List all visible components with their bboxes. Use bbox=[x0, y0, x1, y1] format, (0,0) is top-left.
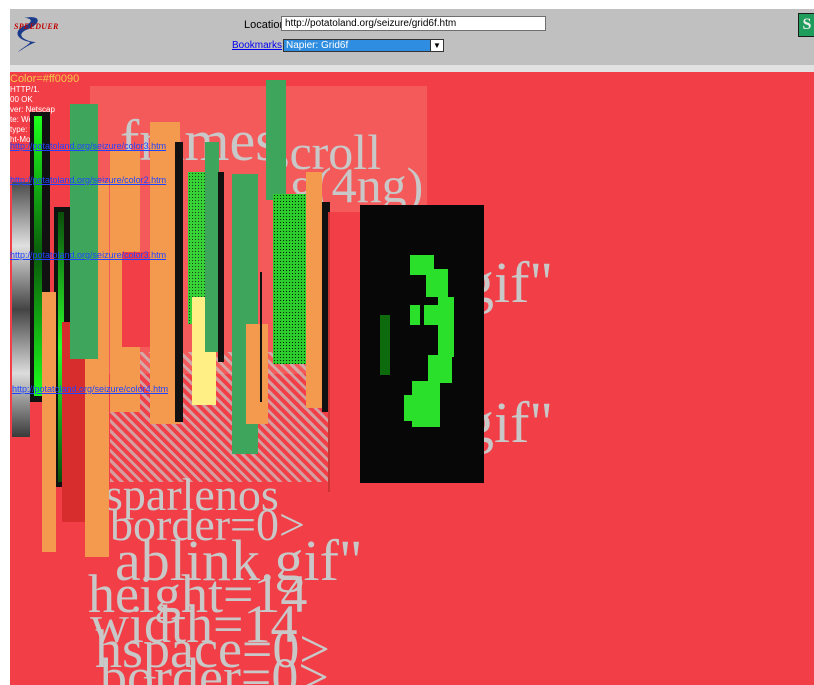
bookmarks-select[interactable]: Napier: Grid6f ▼ bbox=[283, 39, 444, 52]
grey-gradient-column bbox=[12, 182, 30, 437]
chevron-down-icon[interactable]: ▼ bbox=[430, 40, 443, 51]
black-bar bbox=[218, 172, 224, 362]
pixel-smiley-icon bbox=[380, 255, 454, 427]
green-bar bbox=[266, 80, 286, 200]
header-line: 00 OK bbox=[10, 95, 33, 104]
dotted-panel bbox=[273, 194, 309, 364]
color-label: Color=#ff0090 bbox=[10, 73, 80, 85]
bookmarks-selected-value: Napier: Grid6f bbox=[286, 40, 349, 51]
corner-icon-letter: S bbox=[799, 14, 814, 36]
browser-toolbar: SPEEDUER Location: Bookmarks Napier: Gri… bbox=[10, 9, 814, 65]
logo-text: SPEEDUER bbox=[14, 22, 59, 31]
toolbar-divider bbox=[10, 65, 814, 72]
color-link[interactable]: http://potatoland.org/seizure/color2.htm bbox=[10, 175, 166, 185]
orange-bar bbox=[246, 324, 268, 424]
app-corner-icon[interactable]: S bbox=[798, 13, 814, 37]
green-bar bbox=[205, 142, 219, 352]
orange-bar bbox=[306, 172, 322, 408]
color-link[interactable]: http://potatoland.org/seizure/color3.htm bbox=[10, 250, 166, 260]
red-bar bbox=[328, 212, 362, 492]
black-bar bbox=[260, 272, 262, 402]
big-text-line: border=0> bbox=[100, 647, 329, 685]
bookmarks-link[interactable]: Bookmarks bbox=[232, 40, 282, 51]
seizure-page: frames scroll g(4ng) gif" gif" sparlenos… bbox=[10, 72, 814, 685]
logo-swoosh-icon bbox=[17, 17, 38, 52]
color-link[interactable]: http://potatoland.org/seizure/color4.htm bbox=[12, 384, 168, 394]
black-bar bbox=[175, 142, 183, 422]
red-bar bbox=[122, 252, 152, 347]
header-line: HTTP/1. bbox=[10, 85, 40, 94]
color-link[interactable]: http://potatoland.org/seizure/color3.htm bbox=[10, 141, 166, 151]
speeduer-logo: SPEEDUER bbox=[12, 12, 62, 56]
location-input[interactable] bbox=[281, 16, 546, 31]
orange-bar bbox=[42, 292, 56, 552]
